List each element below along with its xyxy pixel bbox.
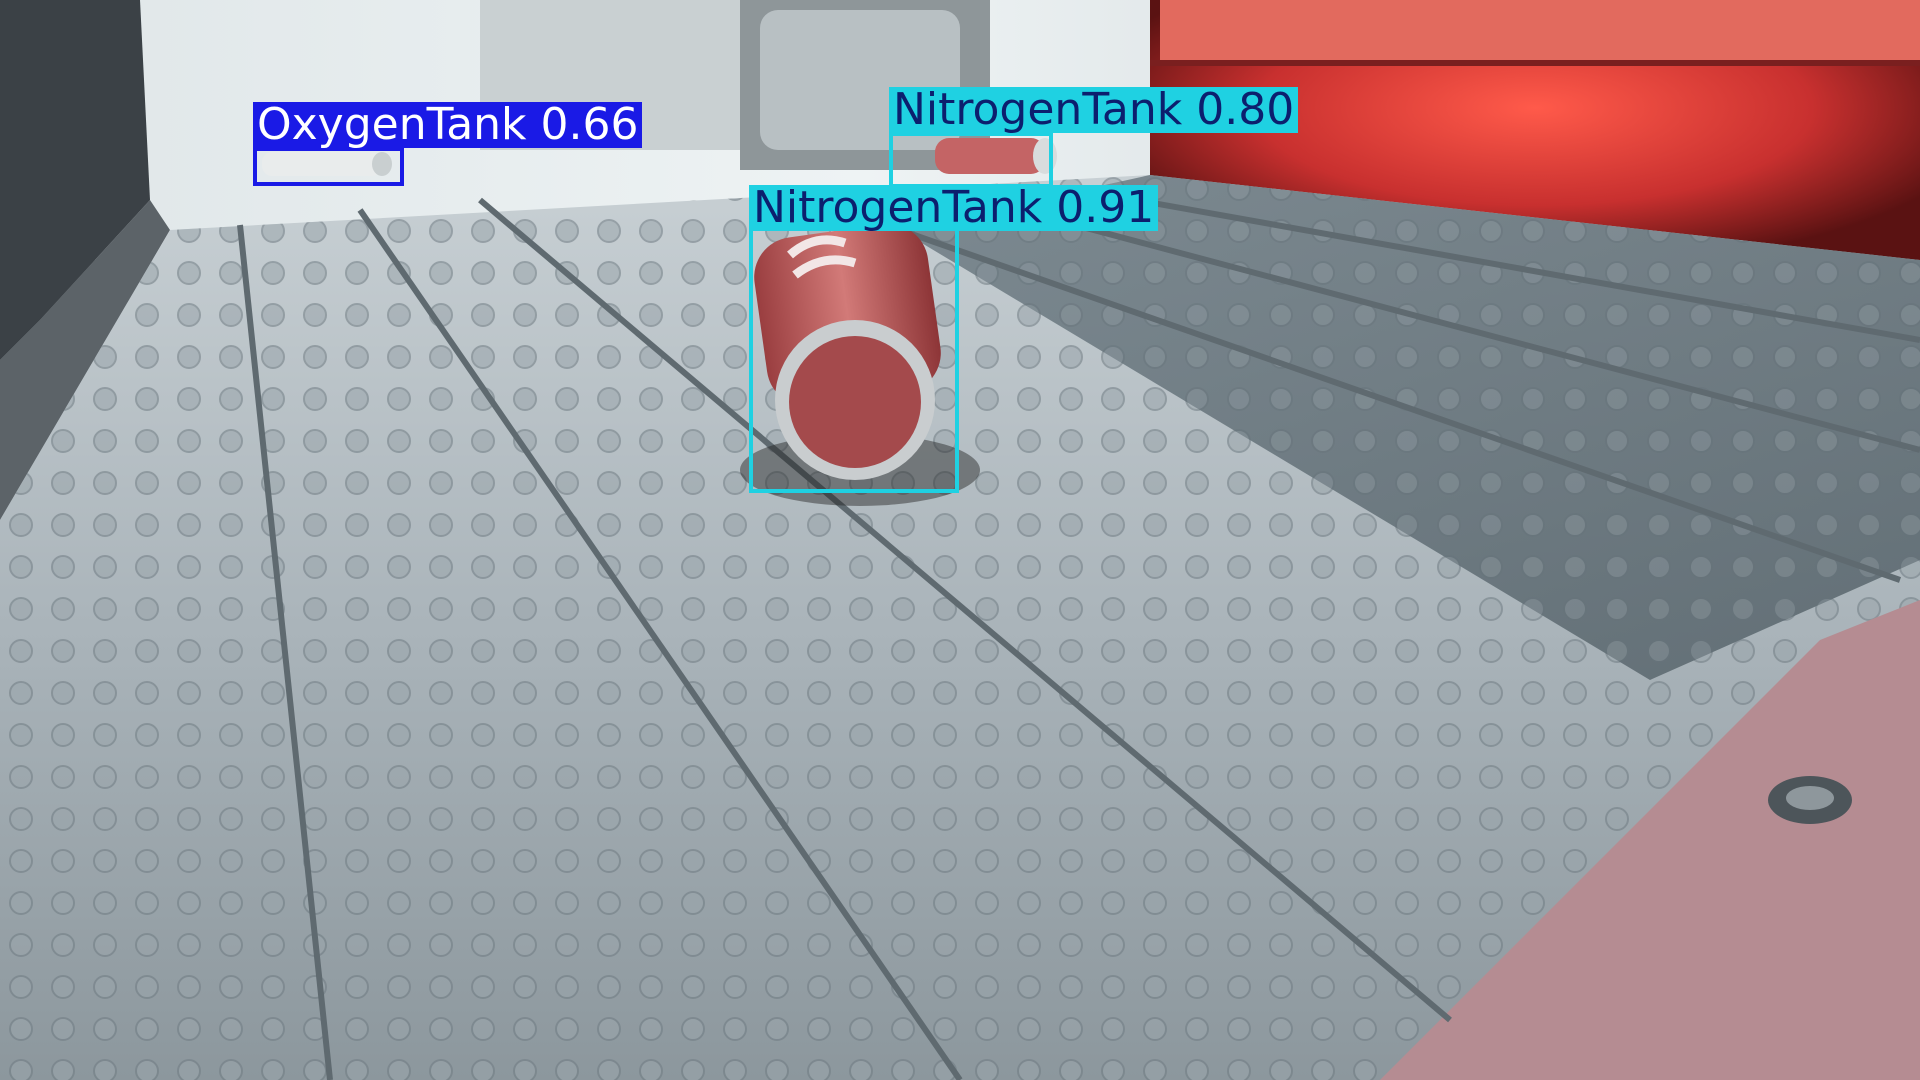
oxygen-tank-box	[253, 147, 404, 186]
nitrogen-tank-far-label: NitrogenTank 0.80	[889, 87, 1299, 133]
nitrogen-tank-near-box	[749, 227, 959, 493]
oxygen-tank-label: OxygenTank 0.66	[253, 102, 643, 148]
detection-scene: OxygenTank 0.66 NitrogenTank 0.80 Nitrog…	[0, 0, 1920, 1080]
nitrogen-tank-far-box	[889, 132, 1053, 188]
nitrogen-tank-near-label: NitrogenTank 0.91	[749, 185, 1159, 231]
